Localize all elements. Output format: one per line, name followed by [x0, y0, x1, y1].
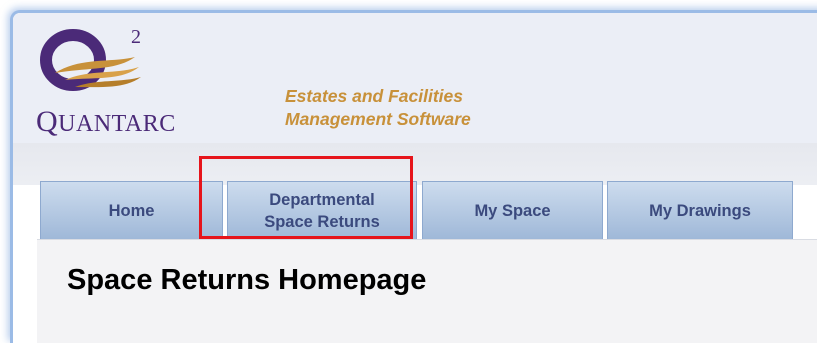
tab-departmental-space-returns[interactable]: Departmental Space Returns [227, 181, 417, 239]
tab-dept-label: Departmental Space Returns [264, 189, 380, 233]
tab-dept-label-line2: Space Returns [264, 212, 380, 231]
app-window: 2 QUANTARC Estates and Facilities Manage… [10, 10, 817, 343]
tab-my-space-label: My Space [474, 201, 551, 220]
tagline-line1: Estates and Facilities [285, 86, 463, 106]
tab-my-drawings-label: My Drawings [649, 201, 751, 220]
tagline-line2: Management Software [285, 109, 471, 129]
page-title: Space Returns Homepage [67, 264, 427, 296]
tab-my-space[interactable]: My Space [422, 181, 603, 239]
logo-superscript: 2 [131, 27, 141, 48]
main-content: Space Returns Homepage [37, 239, 817, 343]
tab-dept-label-line1: Departmental [269, 190, 375, 209]
quantarc-logo-icon: 2 [40, 27, 141, 91]
logo-wordmark: QUANTARC [36, 105, 176, 139]
tab-my-drawings[interactable]: My Drawings [607, 181, 793, 239]
logo-initial: Q [36, 105, 59, 138]
tab-home-label: Home [108, 201, 155, 220]
logo-name-rest: UANTARC [58, 111, 176, 137]
tab-home[interactable]: Home [40, 181, 223, 239]
tab-bar-background [13, 143, 817, 185]
header: 2 QUANTARC Estates and Facilities Manage… [13, 13, 817, 143]
tagline: Estates and Facilities Management Softwa… [285, 85, 471, 131]
